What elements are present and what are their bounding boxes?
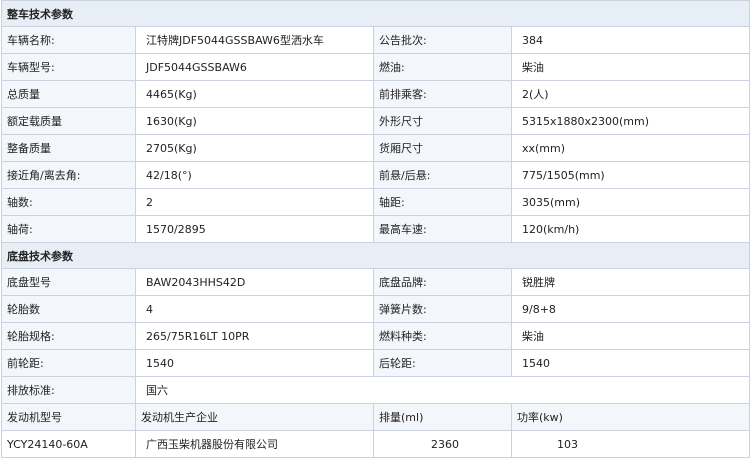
param-value: 1540 <box>135 349 374 377</box>
param-value: 775/1505(mm) <box>511 161 750 189</box>
param-value: 4465(Kg) <box>135 80 374 108</box>
emission-value: 国六 <box>135 376 750 404</box>
param-label: 轮胎规格: <box>1 322 136 350</box>
spec-row: 车辆名称: 江特牌JDF5044GSSBAW6型洒水车 公告批次: 384 <box>1 26 750 54</box>
param-label: 总质量 <box>1 80 136 108</box>
param-value: 120(km/h) <box>511 215 750 243</box>
param-value: BAW2043HHS42D <box>135 268 374 296</box>
section-chassis-header: 底盘技术参数 <box>1 242 750 269</box>
param-label: 车辆型号: <box>1 53 136 81</box>
param-value: xx(mm) <box>511 134 750 162</box>
section-title-vehicle: 整车技术参数 <box>1 0 750 27</box>
spec-row: 额定载质量 1630(Kg) 外形尺寸 5315x1880x2300(mm) <box>1 107 750 135</box>
engine-maker: 广西玉柴机器股份有限公司 <box>135 430 374 458</box>
displacement-header: 排量(ml) <box>373 403 512 431</box>
param-value: 9/8+8 <box>511 295 750 323</box>
spec-row: 总质量 4465(Kg) 前排乘客: 2(人) <box>1 80 750 108</box>
param-label: 底盘品牌: <box>373 268 512 296</box>
param-value: 384 <box>511 26 750 54</box>
param-label: 公告批次: <box>373 26 512 54</box>
engine-row: YCY24140-60A 广西玉柴机器股份有限公司 2360 103 <box>1 430 750 458</box>
param-label: 额定载质量 <box>1 107 136 135</box>
engine-power: 103 <box>511 430 750 458</box>
param-label: 燃料种类: <box>373 322 512 350</box>
spec-row: 接近角/离去角: 42/18(°) 前悬/后悬: 775/1505(mm) <box>1 161 750 189</box>
engine-model: YCY24140-60A <box>1 430 136 458</box>
param-value: 1630(Kg) <box>135 107 374 135</box>
param-value: 5315x1880x2300(mm) <box>511 107 750 135</box>
spec-row: 底盘型号 BAW2043HHS42D 底盘品牌: 锐胜牌 <box>1 268 750 296</box>
param-label: 前悬/后悬: <box>373 161 512 189</box>
spec-row: 车辆型号: JDF5044GSSBAW6 燃油: 柴油 <box>1 53 750 81</box>
spec-row: 轴数: 2 轴距: 3035(mm) <box>1 188 750 216</box>
param-value: 2 <box>135 188 374 216</box>
param-label: 轴数: <box>1 188 136 216</box>
spec-table: 整车技术参数 车辆名称: 江特牌JDF5044GSSBAW6型洒水车 公告批次: 38… <box>1 0 750 458</box>
param-label: 轴荷: <box>1 215 136 243</box>
param-label: 外形尺寸 <box>373 107 512 135</box>
param-value: 柴油 <box>511 53 750 81</box>
param-label: 燃油: <box>373 53 512 81</box>
param-label: 接近角/离去角: <box>1 161 136 189</box>
spec-row: 轮胎数 4 弹簧片数: 9/8+8 <box>1 295 750 323</box>
param-label: 前轮距: <box>1 349 136 377</box>
param-value: 3035(mm) <box>511 188 750 216</box>
engine-model-header: 发动机型号 <box>1 403 136 431</box>
param-value: JDF5044GSSBAW6 <box>135 53 374 81</box>
param-label: 前排乘客: <box>373 80 512 108</box>
spec-row: 整备质量 2705(Kg) 货厢尺寸 xx(mm) <box>1 134 750 162</box>
chassis-rows: 底盘型号 BAW2043HHS42D 底盘品牌: 锐胜牌 轮胎数 4 弹簧片数: 9/8+8 轮… <box>1 268 750 377</box>
section-vehicle-header: 整车技术参数 <box>1 0 750 27</box>
param-value: 4 <box>135 295 374 323</box>
param-label: 货厢尺寸 <box>373 134 512 162</box>
param-value: 265/75R16LT 10PR <box>135 322 374 350</box>
power-header: 功率(kw) <box>511 403 750 431</box>
param-value: 江特牌JDF5044GSSBAW6型洒水车 <box>135 26 374 54</box>
param-label: 弹簧片数: <box>373 295 512 323</box>
param-label: 后轮距: <box>373 349 512 377</box>
param-value: 2(人) <box>511 80 750 108</box>
emission-row: 排放标准: 国六 <box>1 376 750 404</box>
param-label: 最高车速: <box>373 215 512 243</box>
spec-row: 前轮距: 1540 后轮距: 1540 <box>1 349 750 377</box>
param-value: 锐胜牌 <box>511 268 750 296</box>
engine-maker-header: 发动机生产企业 <box>135 403 374 431</box>
param-label: 底盘型号 <box>1 268 136 296</box>
param-label: 整备质量 <box>1 134 136 162</box>
param-value: 2705(Kg) <box>135 134 374 162</box>
param-value: 1540 <box>511 349 750 377</box>
vehicle-rows: 车辆名称: 江特牌JDF5044GSSBAW6型洒水车 公告批次: 384 车辆型号: J… <box>1 26 750 243</box>
engine-displacement: 2360 <box>373 430 512 458</box>
param-value: 42/18(°) <box>135 161 374 189</box>
spec-row: 轴荷: 1570/2895 最高车速: 120(km/h) <box>1 215 750 243</box>
spec-row: 轮胎规格: 265/75R16LT 10PR 燃料种类: 柴油 <box>1 322 750 350</box>
param-label: 轮胎数 <box>1 295 136 323</box>
section-title-chassis: 底盘技术参数 <box>1 242 750 269</box>
param-value: 柴油 <box>511 322 750 350</box>
param-value: 1570/2895 <box>135 215 374 243</box>
engine-header-row: 发动机型号 发动机生产企业 排量(ml) 功率(kw) <box>1 403 750 431</box>
param-label: 车辆名称: <box>1 26 136 54</box>
param-label: 轴距: <box>373 188 512 216</box>
emission-label: 排放标准: <box>1 376 136 404</box>
